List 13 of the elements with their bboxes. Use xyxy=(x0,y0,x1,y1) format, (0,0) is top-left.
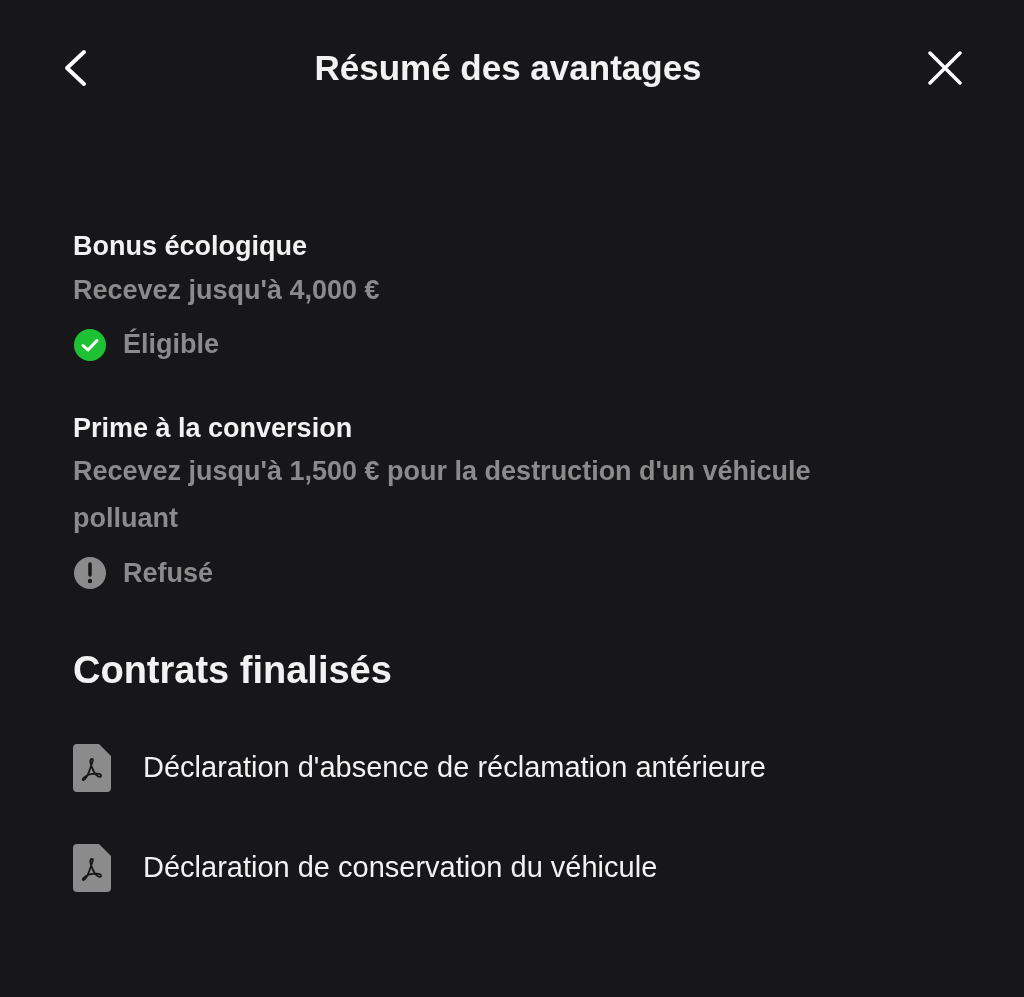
document-link[interactable]: Déclaration de conservation du véhicule xyxy=(73,843,658,892)
benefit-description: Recevez jusqu'à 4,000 € xyxy=(73,273,381,307)
benefit-description: Recevez jusqu'à 1,500 € pour la destruction d'un véhicule polluant xyxy=(73,455,812,535)
document-link[interactable]: Déclaration d'absence de réclamation antérieure xyxy=(73,743,766,792)
benefit-title: Prime à la conversion xyxy=(73,411,354,445)
page-title: Résumé des avantages xyxy=(314,47,702,89)
pdf-file-icon xyxy=(73,743,111,792)
benefit-title: Bonus écologique xyxy=(73,230,308,263)
status-label: Refusé xyxy=(123,559,214,587)
section-heading: Contrats finalisés xyxy=(73,648,393,693)
back-icon xyxy=(62,49,88,87)
close-icon xyxy=(928,51,962,85)
pdf-file-icon xyxy=(73,843,111,892)
